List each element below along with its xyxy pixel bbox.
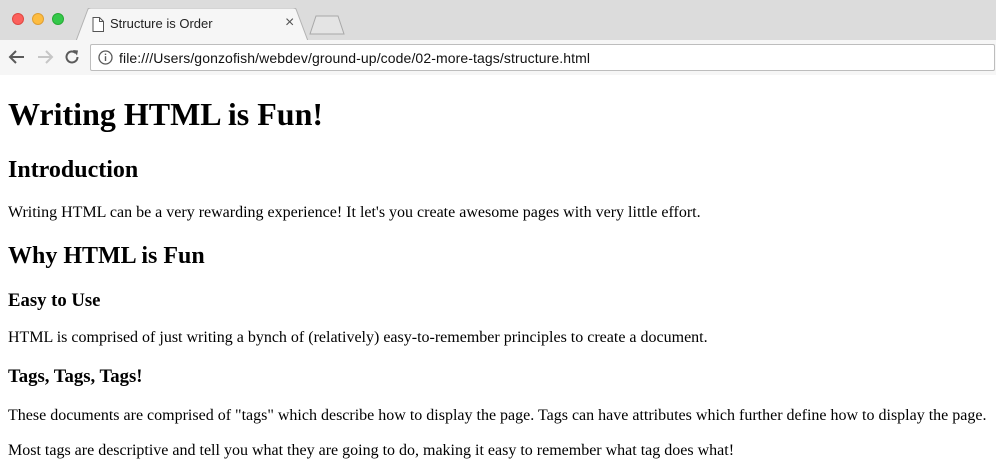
browser-toolbar: file:///Users/gonzofish/webdev/ground-up…: [0, 40, 996, 75]
forward-arrow-icon[interactable]: [36, 48, 54, 66]
browser-chrome: Structure is Order × file:///Users/gonzo…: [0, 0, 996, 75]
page-icon: [92, 17, 104, 32]
easy-to-use-paragraph: HTML is comprised of just writing a bync…: [8, 329, 708, 346]
tags-heading: Tags, Tags, Tags!: [8, 366, 143, 387]
info-icon[interactable]: [98, 50, 113, 65]
close-window-button[interactable]: [12, 13, 24, 25]
tab-strip: Structure is Order ×: [0, 0, 996, 41]
minimize-window-button[interactable]: [32, 13, 44, 25]
browser-tab[interactable]: Structure is Order ×: [76, 8, 308, 41]
zoom-window-button[interactable]: [52, 13, 64, 25]
tags-paragraph-2: Most tags are descriptive and tell you w…: [8, 442, 735, 459]
page-heading: Writing HTML is Fun!: [8, 96, 324, 132]
back-arrow-icon[interactable]: [8, 48, 26, 66]
tags-paragraph-1: These documents are comprised of "tags" …: [8, 407, 987, 424]
page-content: Writing HTML is Fun! Introduction Writin…: [0, 76, 996, 474]
new-tab-button[interactable]: [309, 15, 345, 35]
tab-title: Structure is Order: [110, 16, 213, 31]
introduction-heading: Introduction: [8, 157, 139, 183]
reload-icon[interactable]: [63, 48, 81, 66]
url-text[interactable]: file:///Users/gonzofish/webdev/ground-up…: [119, 50, 590, 66]
address-bar[interactable]: file:///Users/gonzofish/webdev/ground-up…: [90, 44, 995, 71]
why-html-heading: Why HTML is Fun: [8, 243, 205, 269]
introduction-paragraph: Writing HTML can be a very rewarding exp…: [8, 204, 701, 221]
tab-close-icon[interactable]: ×: [285, 15, 294, 31]
easy-to-use-heading: Easy to Use: [8, 290, 101, 311]
